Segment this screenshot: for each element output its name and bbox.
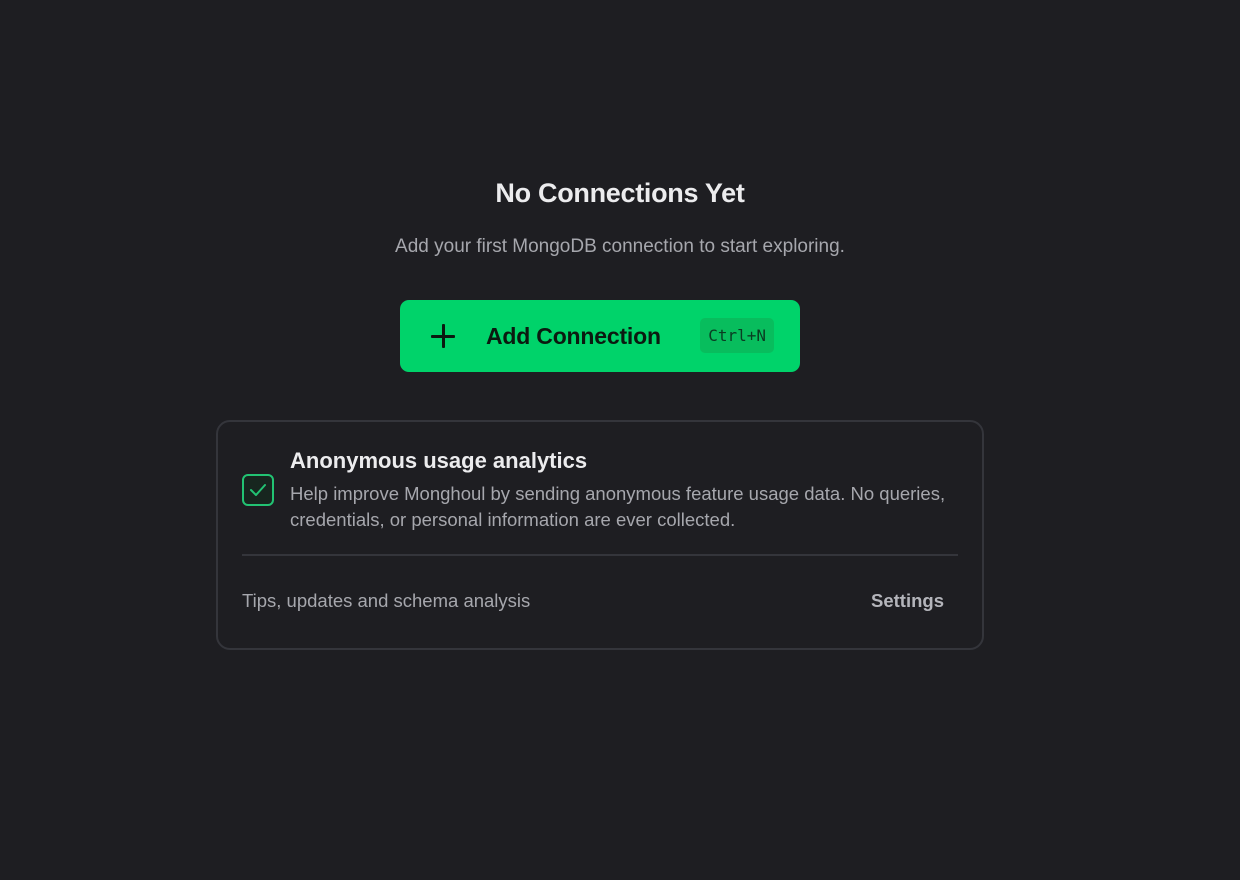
page-subtitle: Add your first MongoDB connection to sta… xyxy=(395,236,845,257)
analytics-checkbox[interactable] xyxy=(242,474,274,506)
checkmark-icon xyxy=(250,484,266,496)
page-title: No Connections Yet xyxy=(495,178,745,208)
shortcut-badge: Ctrl+N xyxy=(700,318,774,353)
settings-link[interactable]: Settings xyxy=(871,590,944,612)
analytics-card: Anonymous usage analytics Help improve M… xyxy=(216,420,984,650)
welcome-page: No Connections Yet Add your first MongoD… xyxy=(0,0,1240,880)
analytics-title: Anonymous usage analytics xyxy=(290,448,588,473)
add-connection-label: Add Connection xyxy=(486,322,661,349)
analytics-description: Help improve Monghoul by sending anonymo… xyxy=(290,483,946,530)
card-divider xyxy=(242,554,958,556)
plus-icon xyxy=(430,323,456,349)
add-connection-button[interactable]: Add Connection Ctrl+N xyxy=(400,300,800,372)
tips-text: Tips, updates and schema analysis xyxy=(242,590,531,611)
